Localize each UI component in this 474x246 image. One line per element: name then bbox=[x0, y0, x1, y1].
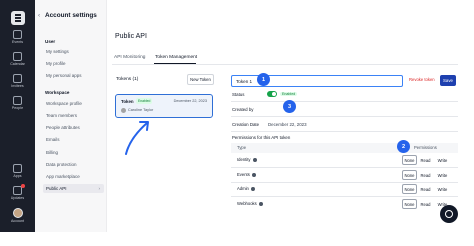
tab-divider bbox=[112, 64, 458, 65]
status-badge: Enabled bbox=[136, 98, 153, 104]
callout-3: 3 bbox=[283, 100, 296, 113]
divider bbox=[231, 167, 458, 168]
sidebar-item-data-protection[interactable]: Data protection bbox=[43, 160, 104, 169]
rail-item-invitees[interactable]: Invitees bbox=[0, 74, 35, 88]
avatar bbox=[12, 208, 23, 218]
rail-label: Invitees bbox=[11, 84, 24, 88]
column-header-permissions: Permissions bbox=[414, 145, 437, 150]
sidebar-section-user: User bbox=[45, 39, 56, 44]
rail-item-account[interactable]: Account bbox=[0, 208, 35, 223]
token-name: Token bbox=[121, 99, 134, 104]
permissions-title: Permissions for this API token bbox=[232, 135, 291, 140]
identity-write-option[interactable]: Write bbox=[434, 155, 451, 165]
rail-label: Events bbox=[12, 40, 23, 44]
permission-row-admin: Admin bbox=[237, 186, 255, 191]
sidebar-item-app-marketplace[interactable]: App marketplace bbox=[43, 172, 104, 181]
info-icon[interactable] bbox=[250, 186, 255, 191]
rail-item-apps[interactable]: Apps bbox=[0, 164, 35, 178]
calendar-icon bbox=[13, 52, 22, 61]
sidebar-item-public-api[interactable]: Public API › bbox=[43, 184, 104, 193]
status-toggle[interactable] bbox=[267, 91, 277, 97]
permission-row-webhooks: Webhooks bbox=[237, 201, 263, 206]
app-rail: Events Calendar Invitees People Apps Upd… bbox=[0, 0, 35, 232]
rail-item-people[interactable]: People bbox=[0, 96, 35, 110]
callout-1: 1 bbox=[257, 73, 270, 86]
tab-api-monitoring[interactable]: API Monitoring bbox=[114, 55, 145, 60]
identity-read-option[interactable]: Read bbox=[418, 155, 433, 165]
rail-label: Calendar bbox=[10, 62, 25, 66]
permission-row-identity: Identity bbox=[237, 157, 257, 162]
chevron-right-icon: › bbox=[98, 186, 101, 191]
divider bbox=[231, 116, 458, 117]
events-write-option[interactable]: Write bbox=[434, 170, 451, 180]
info-icon[interactable] bbox=[251, 172, 256, 177]
tab-token-management[interactable]: Token Management bbox=[155, 55, 197, 60]
back-chevron-icon[interactable]: ‹ bbox=[38, 12, 40, 19]
admin-none-option[interactable]: None bbox=[402, 184, 417, 194]
webhooks-none-option[interactable]: None bbox=[402, 199, 417, 209]
info-icon[interactable] bbox=[252, 157, 257, 162]
sidebar-item-my-profile[interactable]: My profile bbox=[43, 59, 104, 68]
admin-read-option[interactable]: Read bbox=[418, 184, 433, 194]
invitees-icon bbox=[13, 74, 22, 83]
settings-sidebar: ‹ Account settings User My settings My p… bbox=[35, 0, 107, 232]
token-list-item[interactable]: Token Enabled December 22, 2023 Caroline… bbox=[115, 94, 213, 118]
callout-2: 2 bbox=[397, 140, 410, 153]
active-tab-indicator bbox=[154, 63, 196, 64]
permission-row-events: Events bbox=[237, 172, 256, 177]
calendar-grid-icon bbox=[13, 30, 22, 39]
revoke-token-link[interactable]: Revoke token bbox=[409, 77, 435, 82]
column-header-type: Type bbox=[237, 145, 247, 150]
app-logo[interactable] bbox=[11, 11, 25, 25]
divider bbox=[231, 101, 458, 102]
created-by-label: Created by bbox=[232, 107, 254, 112]
rail-item-events[interactable]: Events bbox=[0, 30, 35, 44]
new-token-button[interactable]: New Token bbox=[187, 74, 214, 85]
permission-type: Admin bbox=[237, 186, 249, 191]
sidebar-item-workspace-profile[interactable]: Workspace profile bbox=[43, 99, 104, 108]
identity-none-option[interactable]: None bbox=[402, 155, 417, 165]
webhooks-read-option[interactable]: Read bbox=[418, 199, 433, 209]
save-button[interactable]: Save bbox=[440, 75, 456, 86]
token-date: December 22, 2023 bbox=[173, 99, 207, 103]
events-none-option[interactable]: None bbox=[402, 170, 417, 180]
events-read-option[interactable]: Read bbox=[418, 170, 433, 180]
page-title: Public API bbox=[115, 33, 147, 40]
sidebar-item-my-settings[interactable]: My settings bbox=[43, 47, 104, 56]
divider bbox=[231, 131, 458, 132]
info-icon[interactable] bbox=[258, 201, 263, 206]
sidebar-item-emails[interactable]: Emails bbox=[43, 135, 104, 144]
rail-label: Apps bbox=[13, 174, 22, 178]
permission-type: Events bbox=[237, 172, 250, 177]
people-icon bbox=[13, 96, 22, 105]
sidebar-item-team-members[interactable]: Team members bbox=[43, 111, 104, 120]
sidebar-item-people-attributes[interactable]: People attributes bbox=[43, 123, 104, 132]
divider bbox=[231, 182, 458, 183]
sidebar-section-workspace: Workspace bbox=[45, 90, 70, 95]
help-chat-button[interactable] bbox=[440, 205, 458, 223]
sidebar-item-billing[interactable]: Billing bbox=[43, 148, 104, 157]
owner-avatar bbox=[121, 108, 126, 113]
rail-item-updates[interactable]: Updates bbox=[0, 184, 35, 200]
sidebar-item-label: Public API bbox=[46, 186, 67, 191]
rail-label: Updates bbox=[10, 196, 25, 200]
sidebar-title: Account settings bbox=[45, 12, 97, 19]
apps-icon bbox=[13, 164, 22, 173]
status-value: Enabled bbox=[280, 92, 298, 96]
creation-date-label: Creation Date bbox=[232, 122, 260, 127]
admin-write-option[interactable]: Write bbox=[434, 184, 451, 194]
notification-badge bbox=[21, 184, 25, 188]
token-owner: Caroline Taylor bbox=[128, 108, 154, 112]
rail-label: Account bbox=[11, 219, 24, 223]
tokens-count-label: Tokens (1) bbox=[116, 77, 139, 82]
rail-item-calendar[interactable]: Calendar bbox=[0, 52, 35, 66]
permission-type: Identity bbox=[237, 157, 251, 162]
annotation-arrow-icon bbox=[125, 121, 149, 155]
status-label: Status bbox=[232, 92, 245, 97]
divider bbox=[231, 196, 458, 197]
sidebar-item-my-personal-apps[interactable]: My personal apps bbox=[43, 71, 104, 80]
rail-label: People bbox=[11, 106, 24, 110]
creation-date-value: December 22, 2023 bbox=[268, 122, 307, 127]
permission-type: Webhooks bbox=[237, 201, 257, 206]
